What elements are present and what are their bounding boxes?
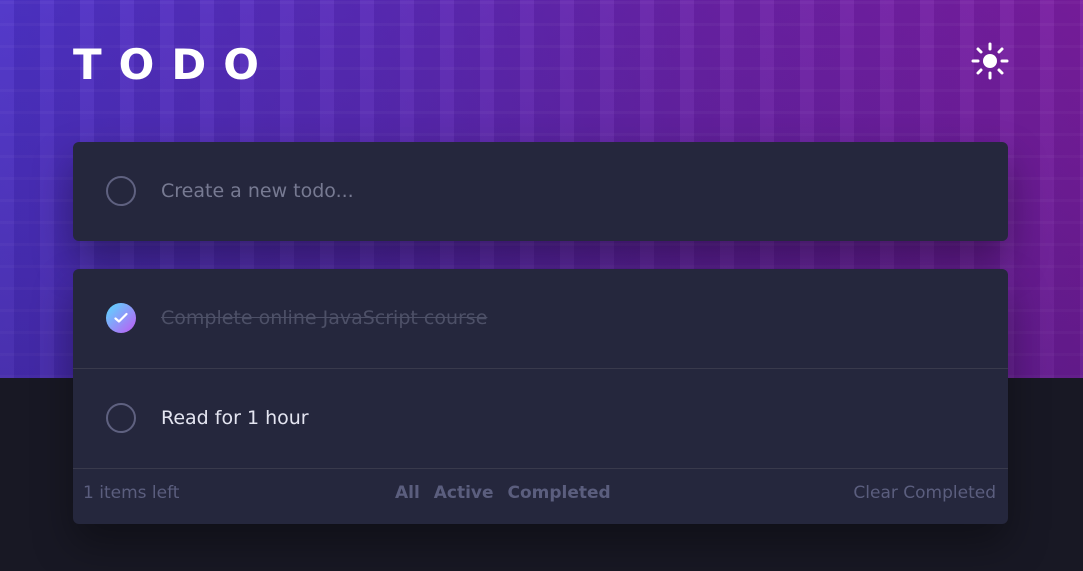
filter-active-button[interactable]: Active (434, 483, 494, 503)
items-left-count: 1 items left (83, 483, 180, 503)
theme-toggle-button[interactable] (970, 41, 1010, 81)
unchecked-circle-icon[interactable] (106, 403, 136, 433)
todo-footer: 1 items left All Active Completed Clear … (73, 468, 1008, 524)
new-todo-circle-icon[interactable] (106, 176, 136, 206)
new-todo-input[interactable] (161, 174, 961, 208)
todo-text: Complete online JavaScript course (161, 307, 488, 329)
todo-item[interactable]: Complete online JavaScript course (73, 269, 1008, 369)
clear-completed-button[interactable]: Clear Completed (853, 483, 996, 503)
app-title: TODO (73, 40, 276, 89)
todo-text: Read for 1 hour (161, 407, 309, 429)
filter-completed-button[interactable]: Completed (507, 483, 610, 503)
todo-item[interactable]: Read for 1 hour (73, 369, 1008, 469)
todo-list: Complete online JavaScript course Read f… (73, 269, 1008, 524)
sun-icon (971, 42, 1009, 80)
check-circle-icon[interactable] (106, 303, 136, 333)
filter-all-button[interactable]: All (395, 483, 420, 503)
filter-group: All Active Completed (395, 483, 619, 503)
checkmark-icon (114, 312, 128, 323)
create-todo-panel (73, 142, 1008, 241)
